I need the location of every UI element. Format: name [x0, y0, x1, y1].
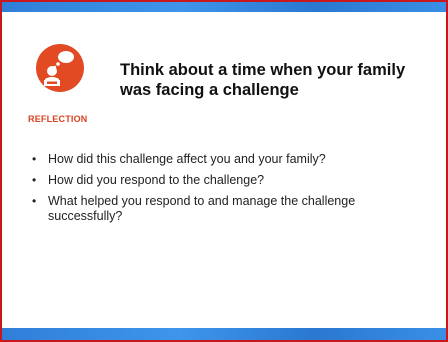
bullet-item: • How did this challenge affect you and … [32, 152, 432, 167]
bullet-text: How did this challenge affect you and yo… [48, 152, 326, 166]
bottom-accent-bar [2, 328, 446, 340]
slide: REFLECTION Think about a time when your … [0, 0, 448, 342]
top-accent-bar [2, 2, 446, 12]
badge-label: REFLECTION [28, 114, 88, 124]
bullet-glyph: • [32, 194, 37, 208]
bullet-item: • What helped you respond to and manage … [32, 194, 432, 224]
bullet-text: How did you respond to the challenge? [48, 173, 265, 187]
slide-title: Think about a time when your family was … [120, 61, 406, 99]
bullet-glyph: • [32, 173, 37, 187]
reflection-badge: REFLECTION [28, 44, 96, 126]
bullet-glyph: • [32, 152, 37, 166]
bullet-item: • How did you respond to the challenge? [32, 173, 432, 188]
bullet-text: What helped you respond to and manage th… [48, 194, 356, 223]
bullet-list: • How did this challenge affect you and … [32, 152, 432, 230]
person-thinking-icon [36, 44, 84, 92]
